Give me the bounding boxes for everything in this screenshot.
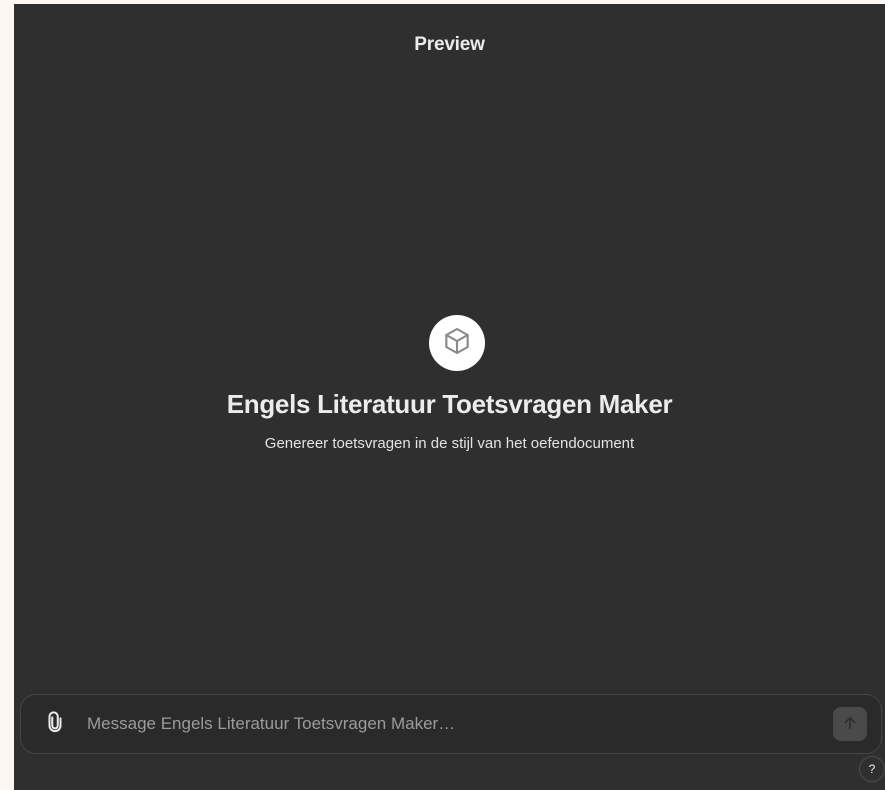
paperclip-icon <box>44 710 66 738</box>
gpt-avatar <box>429 315 485 371</box>
gpt-name: Engels Literatuur Toetsvragen Maker <box>226 389 673 419</box>
message-input[interactable] <box>85 708 833 740</box>
page-edge <box>0 0 14 790</box>
send-button[interactable] <box>833 707 867 741</box>
cube-icon <box>441 325 473 362</box>
attach-file-button[interactable] <box>43 710 67 738</box>
arrow-up-icon <box>841 714 859 735</box>
message-composer <box>20 694 882 754</box>
preview-panel: Preview Engels Literatuur Toetsvragen Ma… <box>14 4 885 790</box>
gpt-description: Genereer toetsvragen in de stijl van het… <box>264 435 635 452</box>
help-button[interactable]: ? <box>859 756 885 782</box>
preview-title: Preview <box>414 34 485 55</box>
